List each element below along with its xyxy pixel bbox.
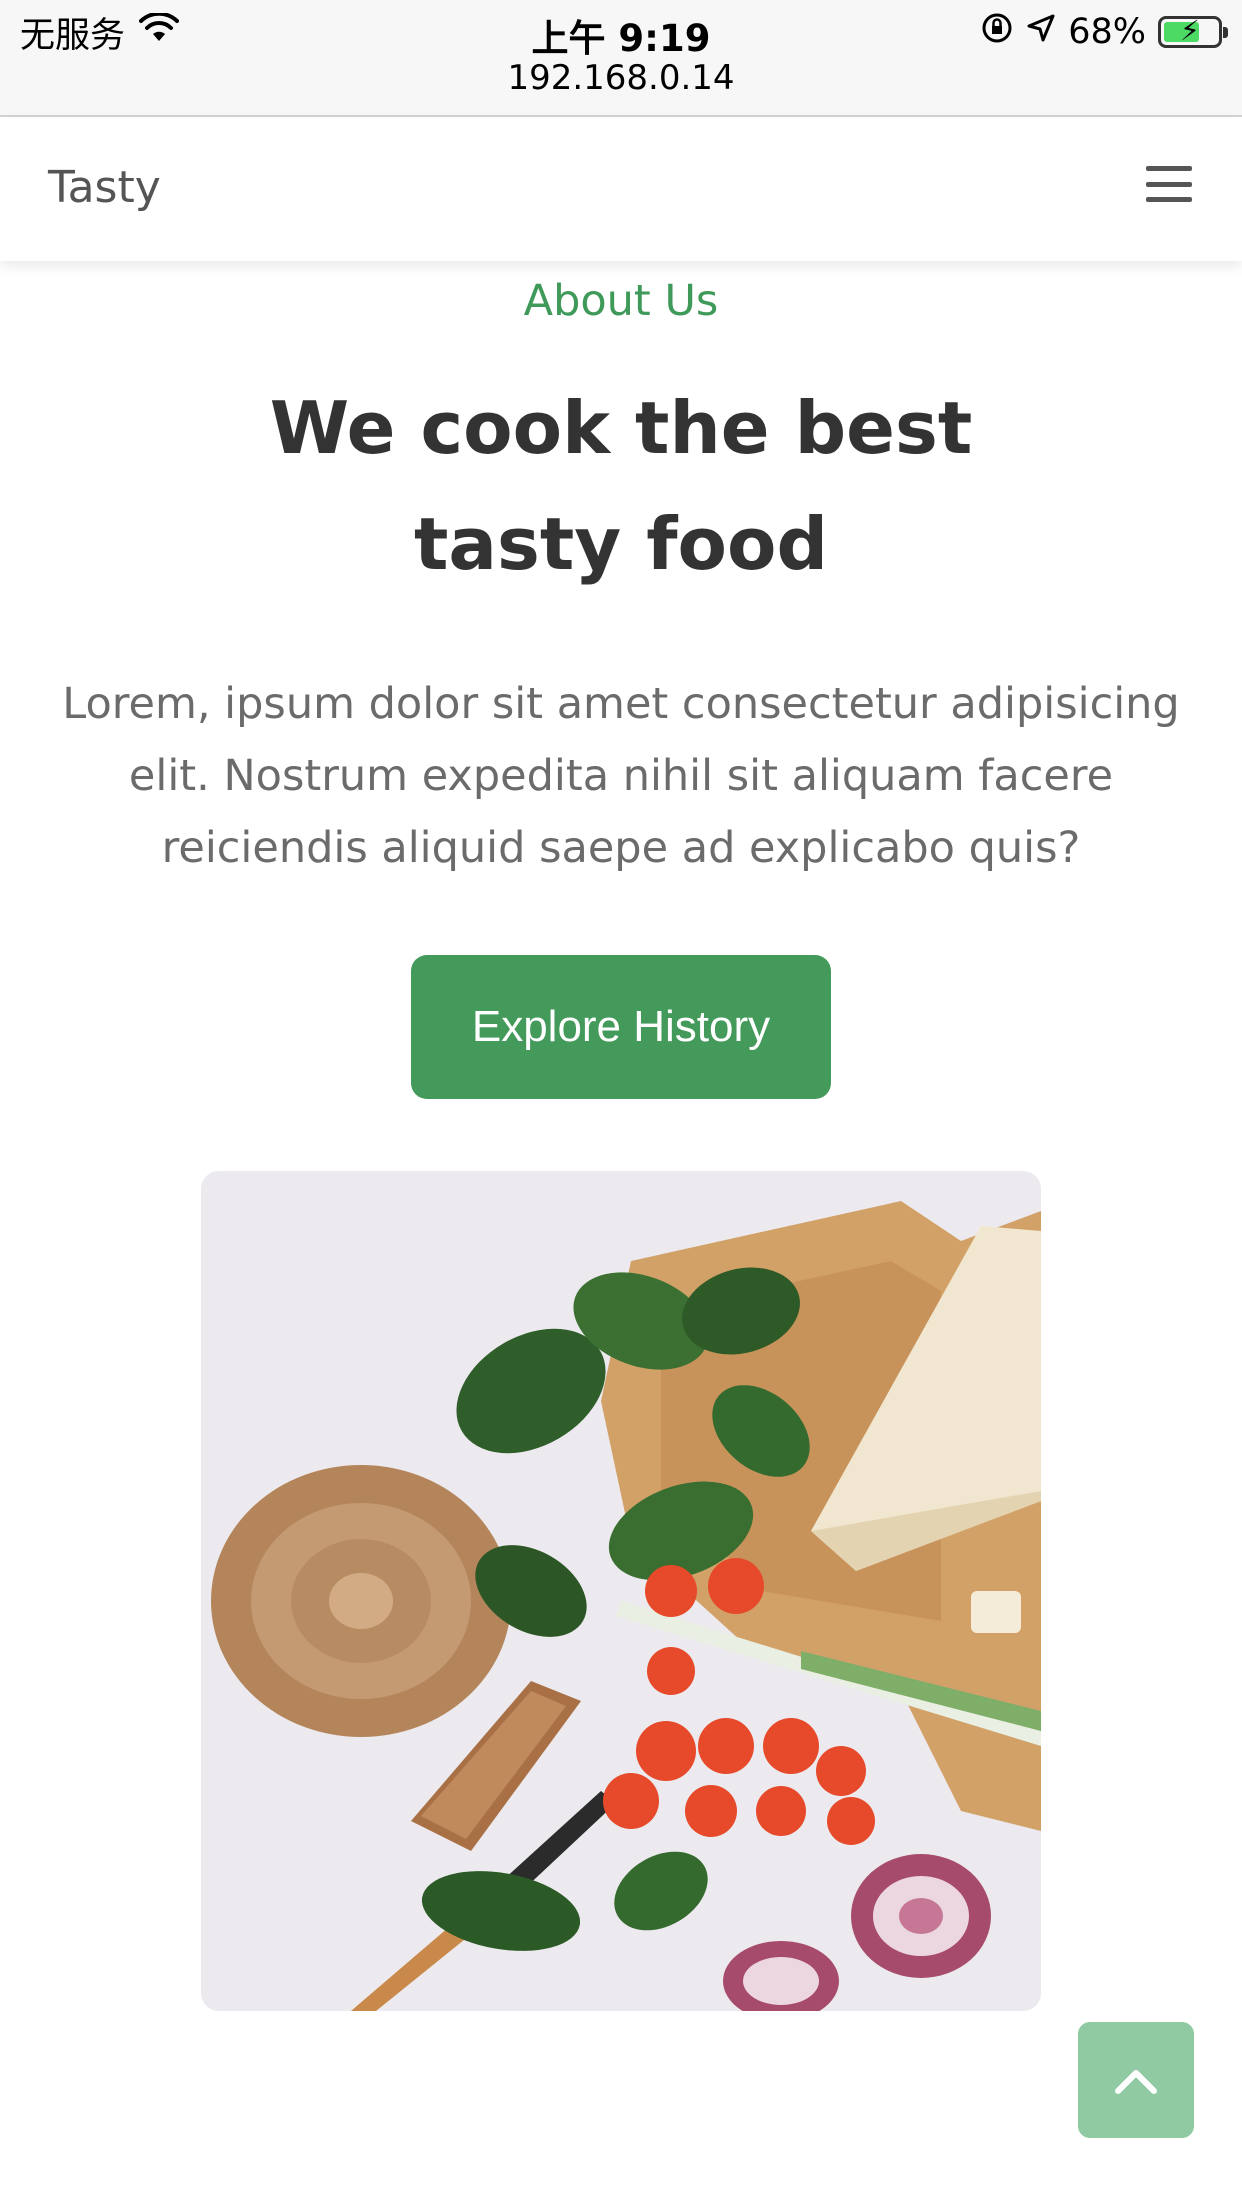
section-heading: We cook the best tasty food <box>200 370 1042 602</box>
explore-history-button[interactable]: Explore History <box>411 955 831 1099</box>
status-bar: 无服务 上午 9:19 192.168.0.14 68% ⚡ <box>0 0 1242 117</box>
chevron-up-icon <box>1115 2070 1157 2094</box>
brand-logo[interactable]: Tasty <box>48 162 161 213</box>
battery-charging-icon: ⚡ <box>1158 14 1228 48</box>
back-to-top-button[interactable] <box>1078 2022 1194 2138</box>
url-label[interactable]: 192.168.0.14 <box>0 58 1242 98</box>
battery-percent: 68% <box>1068 12 1146 52</box>
menu-bar <box>1146 197 1192 202</box>
hamburger-menu-icon[interactable] <box>1146 166 1192 202</box>
heading-line-2: tasty food <box>413 502 829 586</box>
section-paragraph: Lorem, ipsum dolor sit amet consectetur … <box>62 679 1180 873</box>
status-right: 68% ⚡ <box>980 10 1228 54</box>
heading-line-1: We cook the best <box>269 386 973 470</box>
navbar: Tasty <box>0 118 1242 261</box>
menu-bar <box>1146 181 1192 187</box>
section-subtitle: About Us <box>523 276 719 326</box>
location-arrow-icon <box>1026 12 1056 52</box>
menu-bar <box>1146 166 1192 171</box>
charging-bolt-icon: ⚡ <box>1180 14 1200 47</box>
orientation-lock-icon <box>980 11 1014 54</box>
food-photo <box>201 1171 1041 2011</box>
